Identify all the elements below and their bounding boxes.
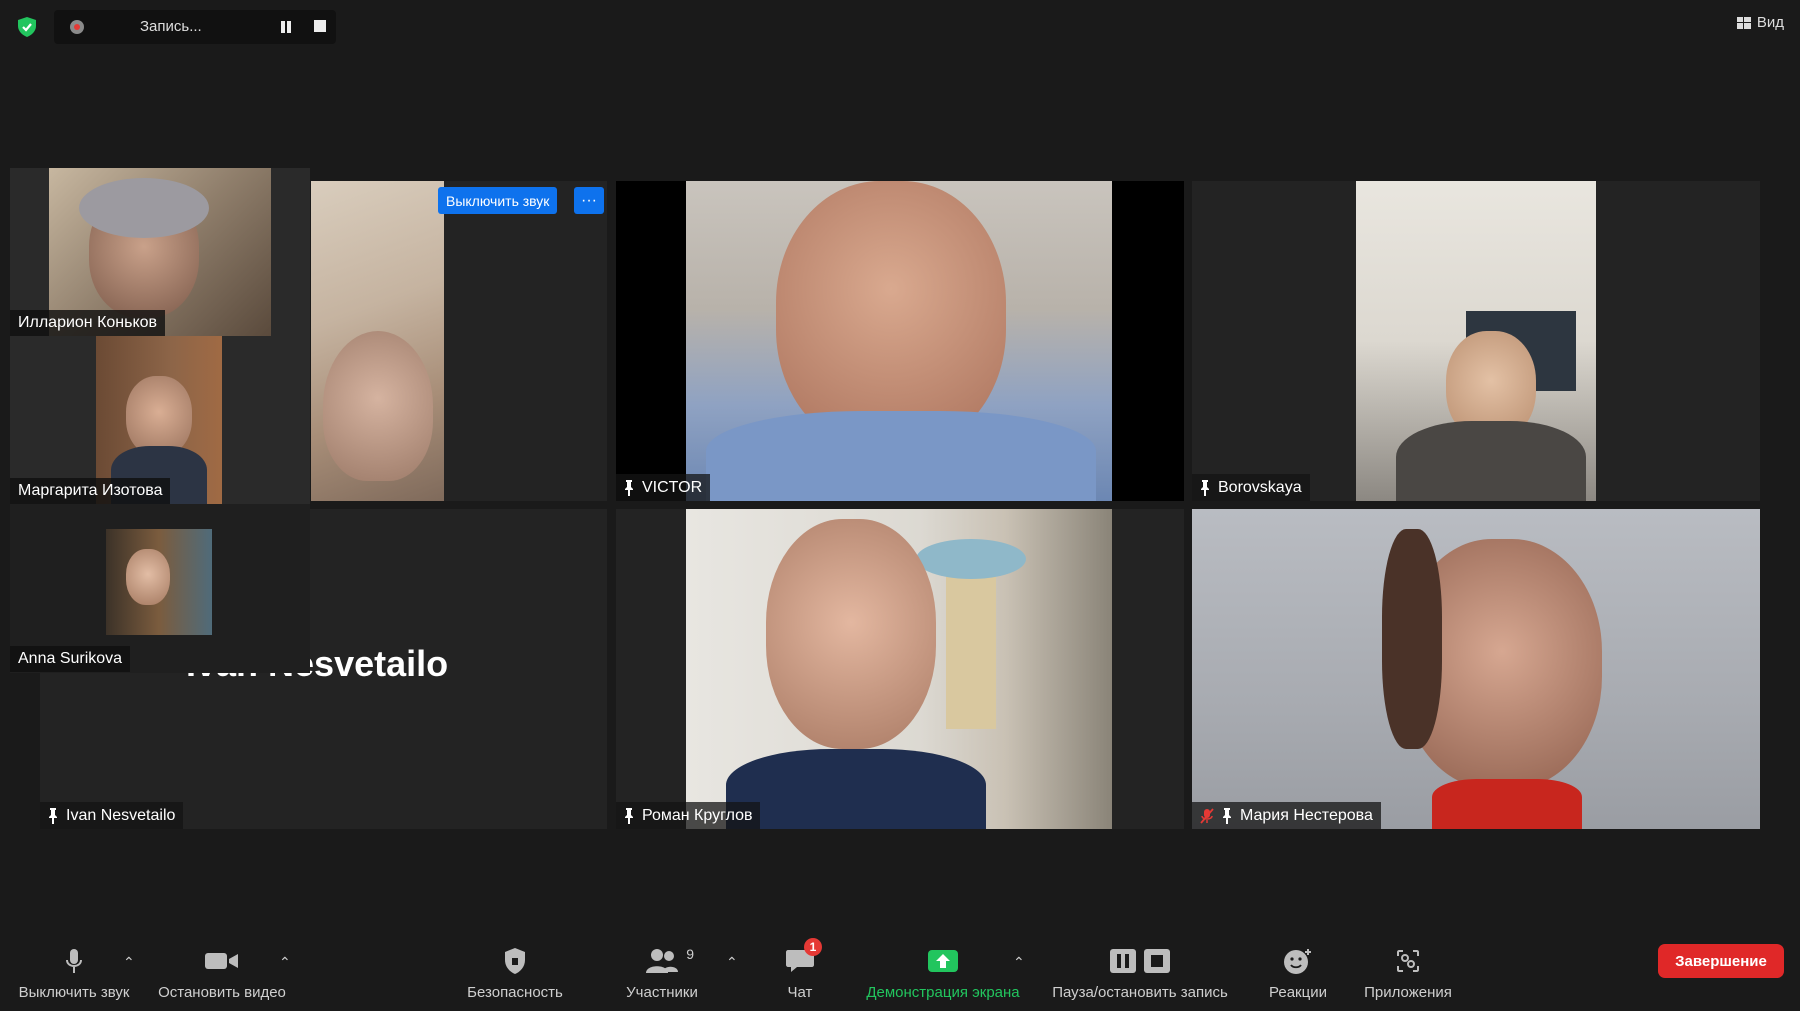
end-meeting-button[interactable]: Завершение xyxy=(1658,944,1784,978)
share-screen-button-label: Демонстрация экрана xyxy=(866,984,1020,1001)
apps-button[interactable]: Приложения xyxy=(1356,930,1460,1011)
security-shield-icon[interactable] xyxy=(16,16,38,38)
thumbnail-margarita[interactable]: Маргарита Изотова xyxy=(10,336,310,504)
recording-control-button[interactable]: Пауза/остановить запись xyxy=(1042,930,1238,1011)
participant-name: Ivan Nesvetailo xyxy=(66,806,176,824)
security-button[interactable]: Безопасность xyxy=(460,930,570,1011)
participant-name: Роман Круглов xyxy=(642,806,753,824)
participant-name-tag: Borovskaya xyxy=(1192,474,1310,501)
video-tile-maria[interactable]: Мария Нестерова xyxy=(1192,509,1760,829)
participant-name: Anna Surikova xyxy=(18,650,123,667)
participant-name: VICTOR xyxy=(642,478,703,496)
video-options-caret-icon[interactable]: ⌃ xyxy=(279,954,291,971)
more-options-button[interactable]: ··· xyxy=(574,187,604,214)
microphone-icon xyxy=(66,949,82,973)
security-button-label: Безопасность xyxy=(467,984,563,1001)
view-button-label: Вид xyxy=(1756,14,1784,31)
reactions-button-label: Реакции xyxy=(1269,984,1327,1001)
participant-video xyxy=(1356,181,1596,501)
pause-recording-icon[interactable] xyxy=(278,19,294,35)
participants-button-label: Участники xyxy=(626,984,698,1001)
chat-button[interactable]: 1 Чат xyxy=(770,930,830,1011)
participant-name-tag: VICTOR xyxy=(616,474,711,501)
participant-name-tag: Илларион Коньков xyxy=(10,310,166,336)
stop-recording-icon[interactable] xyxy=(314,20,326,32)
participants-options-caret-icon[interactable]: ⌃ xyxy=(726,954,738,971)
security-shield-icon xyxy=(505,948,525,974)
pin-icon xyxy=(625,479,633,496)
video-tile-victor[interactable]: VICTOR xyxy=(616,181,1184,501)
pin-icon xyxy=(1223,807,1231,824)
thumbnail-strip: Илларион Коньков Маргарита Изотова Anna … xyxy=(10,168,310,673)
video-camera-icon xyxy=(205,953,238,969)
stop-video-button-label: Остановить видео xyxy=(158,984,286,1001)
mute-participant-button[interactable]: Выключить звук xyxy=(438,187,558,214)
participant-name-tag: Anna Surikova xyxy=(10,646,131,672)
stop-video-button[interactable]: Остановить видео xyxy=(152,930,292,1011)
reactions-button[interactable]: Реакции xyxy=(1258,930,1338,1011)
meeting-toolbar: Выключить звук ⌃ Остановить видео ⌃ Безо… xyxy=(0,930,1800,1011)
participant-name: Мария Нестерова xyxy=(1240,806,1373,824)
participants-button[interactable]: 9 Участники xyxy=(612,930,712,1011)
share-screen-button[interactable]: Демонстрация экрана xyxy=(858,930,1028,1011)
muted-mic-icon xyxy=(1200,807,1214,824)
mute-button[interactable]: Выключить звук xyxy=(14,930,134,1011)
chat-button-label: Чат xyxy=(787,984,813,1001)
pin-icon xyxy=(49,807,57,824)
thumbnail-illarion[interactable]: Илларион Коньков xyxy=(10,168,310,336)
participant-video xyxy=(686,181,1112,501)
reactions-icon xyxy=(1284,949,1311,974)
stop-recording-icon xyxy=(1144,949,1170,973)
participant-name-tag: Мария Нестерова xyxy=(1192,802,1381,829)
participant-video xyxy=(106,529,212,635)
recording-status: Запись... xyxy=(140,18,202,35)
participant-video xyxy=(1192,509,1760,829)
share-screen-icon xyxy=(928,950,958,972)
participant-name: Илларион Коньков xyxy=(18,314,158,331)
participant-name: Borovskaya xyxy=(1218,478,1302,496)
video-tile-1[interactable] xyxy=(311,181,607,501)
pin-icon xyxy=(625,807,633,824)
mute-button-label: Выключить звук xyxy=(18,984,130,1001)
participant-video xyxy=(311,181,444,501)
thumbnail-anna[interactable]: Anna Surikova xyxy=(10,504,310,672)
video-tile-roman[interactable]: Роман Круглов xyxy=(616,509,1184,829)
recording-control-button-label: Пауза/остановить запись xyxy=(1052,984,1228,1001)
pin-icon xyxy=(1201,479,1209,496)
grid-view-icon xyxy=(1736,16,1751,29)
apps-button-label: Приложения xyxy=(1364,984,1452,1001)
view-button[interactable]: Вид xyxy=(1736,14,1784,31)
participants-icon xyxy=(646,949,678,973)
pause-recording-icon xyxy=(1110,949,1136,973)
audio-options-caret-icon[interactable]: ⌃ xyxy=(123,954,135,971)
recording-dot-icon xyxy=(70,20,84,34)
chat-unread-badge: 1 xyxy=(804,938,822,956)
participant-name-tag: Маргарита Изотова xyxy=(10,478,171,504)
participant-name: Маргарита Изотова xyxy=(18,482,163,499)
share-options-caret-icon[interactable]: ⌃ xyxy=(1013,954,1025,971)
participant-name-tag: Ivan Nesvetailo xyxy=(40,802,184,829)
participant-name-tag: Роман Круглов xyxy=(616,802,761,829)
participants-count: 9 xyxy=(686,946,694,962)
apps-icon xyxy=(1397,950,1419,972)
video-tile-borovskaya[interactable]: Borovskaya xyxy=(1192,181,1760,501)
participant-video xyxy=(686,509,1112,829)
recording-bar: Запись... xyxy=(54,10,336,44)
